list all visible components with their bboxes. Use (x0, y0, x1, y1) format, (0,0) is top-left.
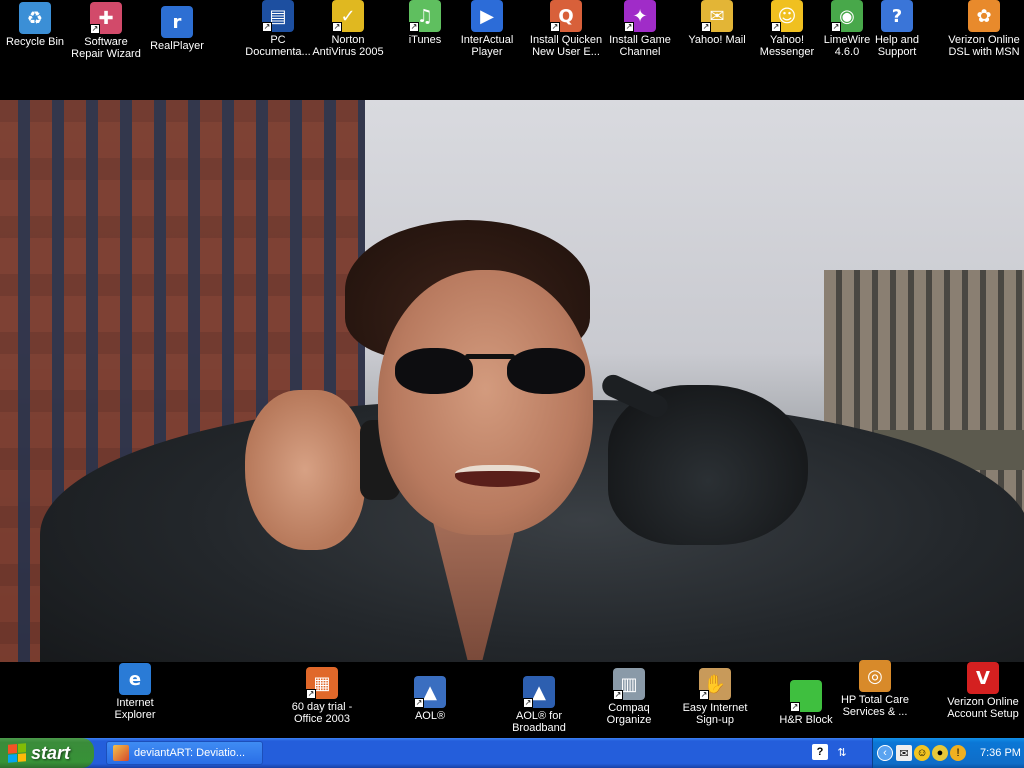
desktop-wallpaper (0, 100, 1024, 662)
help-tray-icon[interactable]: ? (812, 744, 828, 760)
start-label: start (31, 742, 71, 763)
desktop-icon-interactual-player[interactable]: ▶ InterActual Player (447, 0, 527, 58)
wallpaper-mouth (455, 465, 540, 487)
msn-butterfly-icon: ✿ (968, 0, 1000, 32)
desktop-icon-label: Yahoo! Mail (688, 34, 746, 46)
taskbar-button-deviantart[interactable]: deviantART: Deviatio... (106, 741, 263, 765)
desktop-icon-aol[interactable]: ▲ ↗ AOL® (390, 676, 470, 722)
taskbar: start deviantART: Deviatio... ? ⇅ ‹ ✉ ☺ … (0, 738, 1024, 768)
desktop-icon-label: Install Quicken New User E... (529, 34, 603, 58)
shortcut-arrow-icon: ↗ (332, 22, 342, 32)
desktop-icon-label: HP Total Care Services & ... (840, 694, 910, 718)
wallpaper-face (378, 270, 593, 535)
shortcut-arrow-icon: ↗ (90, 24, 100, 34)
recycle-bin-icon: ♻ (19, 2, 51, 34)
desktop-icon-label: Recycle Bin (5, 36, 65, 48)
desktop-icon-label: Easy Internet Sign-up (682, 702, 748, 726)
shortcut-arrow-icon: ↗ (701, 22, 711, 32)
desktop-icon-label: iTunes (408, 34, 442, 46)
mail-tray-icon[interactable]: ✉ (896, 745, 912, 761)
network-tray-icon[interactable]: ⇅ (834, 744, 850, 760)
desktop-icon-game-channel[interactable]: ✦ ↗ Install Game Channel (600, 0, 680, 58)
desktop-icon-label: Install Game Channel (609, 34, 671, 58)
desktop-icon-msn-butterfly[interactable]: ✿ Verizon Online DSL with MSN (944, 0, 1024, 58)
desktop-icon-compaq-organize[interactable]: ▥ ↗ Compaq Organize (589, 668, 669, 726)
desktop-icon-office-2003[interactable]: ▦ ↗ 60 day trial - Office 2003 (282, 667, 362, 725)
start-button[interactable]: start (0, 738, 94, 768)
browser-icon (113, 745, 129, 761)
desktop-icon-yahoo-mail[interactable]: ✉ ↗ Yahoo! Mail (677, 0, 757, 46)
shortcut-arrow-icon: ↗ (306, 689, 316, 699)
desktop-icon-norton-antivirus[interactable]: ✓ ↗ Norton AntiVirus 2005 (308, 0, 388, 58)
desktop-icon-label: Internet Explorer (114, 697, 156, 721)
desktop-icon-realplayer[interactable]: r RealPlayer (137, 6, 217, 52)
desktop-icon-label: Compaq Organize (606, 702, 652, 726)
security-tray-icon[interactable]: ! (950, 745, 966, 761)
desktop-icon-label: Verizon Online Account Setup (947, 696, 1019, 720)
shortcut-arrow-icon: ↗ (550, 22, 560, 32)
desktop-icon-easy-internet-signup[interactable]: ✋ ↗ Easy Internet Sign-up (675, 668, 755, 726)
shortcut-arrow-icon: ↗ (409, 22, 419, 32)
desktop-icon-label: Software Repair Wizard (71, 36, 141, 60)
quick-tray: ? ⇅ (812, 744, 850, 760)
desktop-icon-label: AOL® (414, 710, 446, 722)
shortcut-arrow-icon: ↗ (624, 22, 634, 32)
desktop-icon-aol-broadband[interactable]: ▲ ↗ AOL® for Broadband (499, 676, 579, 734)
desktop-icon-label: Help and Support (874, 34, 920, 58)
help-support-icon: ? (881, 0, 913, 32)
desktop-icon-label: 60 day trial - Office 2003 (291, 701, 353, 725)
realplayer-icon: r (161, 6, 193, 38)
hp-total-care-icon: ◎ (859, 660, 891, 692)
shortcut-arrow-icon: ↗ (613, 690, 623, 700)
shortcut-arrow-icon: ↗ (699, 690, 709, 700)
taskbar-button-label: deviantART: Deviatio... (134, 747, 246, 759)
yahoo-messenger-tray-icon[interactable]: ☺ (914, 745, 930, 761)
shortcut-arrow-icon: ↗ (523, 698, 533, 708)
desktop-icon-verizon-setup[interactable]: V Verizon Online Account Setup (943, 662, 1023, 720)
norton-tray-icon[interactable]: ● (932, 745, 948, 761)
desktop-icon-hr-block[interactable]: ↗ H&R Block (766, 680, 846, 726)
wallpaper-hand (245, 390, 365, 550)
internet-explorer-icon: e (119, 663, 151, 695)
desktop-icon-label: Norton AntiVirus 2005 (312, 34, 384, 58)
shortcut-arrow-icon: ↗ (771, 22, 781, 32)
desktop-icon-pc-documentation[interactable]: ▤ ↗ PC Documenta... (238, 0, 318, 58)
desktop-icon-label: AOL® for Broadband (512, 710, 566, 734)
desktop-icon-label: H&R Block (779, 714, 833, 726)
clock[interactable]: 7:36 PM (980, 747, 1021, 759)
show-hidden-icons-button[interactable]: ‹ (877, 745, 893, 761)
shortcut-arrow-icon: ↗ (262, 22, 272, 32)
desktop-icon-repair-wizard[interactable]: ✚ ↗ Software Repair Wizard (66, 2, 146, 60)
desktop-icon-help-support[interactable]: ? Help and Support (857, 0, 937, 58)
shortcut-arrow-icon: ↗ (790, 702, 800, 712)
desktop-icon-label: Verizon Online DSL with MSN (948, 34, 1020, 58)
windows-flag-icon (8, 743, 26, 763)
desktop-icon-label: RealPlayer (150, 40, 204, 52)
verizon-setup-icon: V (967, 662, 999, 694)
desktop-icon-label: InterActual Player (460, 34, 514, 58)
interactual-player-icon: ▶ (471, 0, 503, 32)
desktop-icon-quicken[interactable]: Q ↗ Install Quicken New User E... (526, 0, 606, 58)
desktop-icon-internet-explorer[interactable]: e Internet Explorer (95, 663, 175, 721)
wallpaper-sunglasses (395, 340, 585, 400)
desktop-icon-hp-total-care[interactable]: ◎ HP Total Care Services & ... (835, 660, 915, 718)
system-tray: ‹ ✉ ☺ ● ! 7:36 PM (872, 738, 1024, 768)
shortcut-arrow-icon: ↗ (414, 698, 424, 708)
desktop-icon-label: PC Documenta... (245, 34, 311, 58)
desktop-icon-recycle-bin[interactable]: ♻ Recycle Bin (0, 2, 75, 48)
shortcut-arrow-icon: ↗ (831, 22, 841, 32)
